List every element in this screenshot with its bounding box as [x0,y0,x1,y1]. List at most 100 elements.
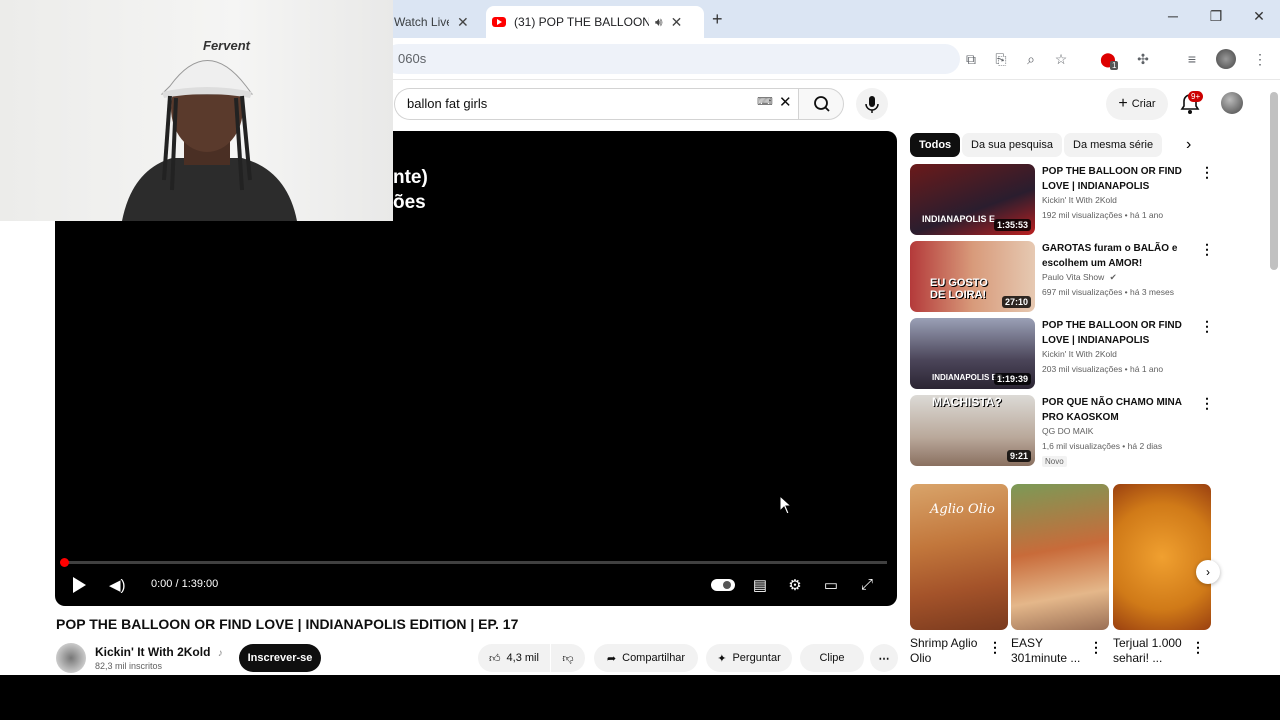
more-actions-icon[interactable]: ⋯ [870,644,898,672]
short-thumbnail[interactable] [1011,484,1109,630]
recommendation-title[interactable]: POP THE BALLOON OR FIND LOVE | INDIANAPO… [1042,318,1192,348]
like-button[interactable]: 👍︎ 4,3 mil [478,644,550,672]
dislike-button[interactable]: 👎︎ [551,644,585,672]
webcam-overlay: Fervent [0,0,393,221]
more-options-icon[interactable]: ⋮ [1200,318,1214,335]
more-options-icon[interactable]: ⋮ [1200,395,1214,412]
recommendation-meta: 192 mil visualizações • há 1 ano [1042,210,1164,220]
recommendation-title[interactable]: POP THE BALLOON OR FIND LOVE | INDIANAPO… [1042,164,1192,194]
chip-from-search[interactable]: Da sua pesquisa [962,133,1062,157]
channel-avatar[interactable] [56,643,86,673]
tab-search-icon[interactable]: ≡ [1182,49,1202,69]
extensions-icon[interactable]: ✣ [1133,49,1153,69]
channel-name[interactable]: Kickin' It With 2Kold ♪ [95,645,223,659]
new-tab-icon[interactable]: + [712,9,723,30]
translate-icon[interactable]: ⧉ [961,49,981,69]
settings-gear-icon[interactable]: ⚙ [784,576,806,594]
recommendation-channel[interactable]: QG DO MAIK [1042,426,1093,436]
shorts-next-icon[interactable]: › [1196,560,1220,584]
chip-all[interactable]: Todos [910,133,961,157]
short-thumbnail[interactable]: Aglio Olio [910,484,1008,630]
play-icon[interactable] [73,577,86,593]
video-thumbnail[interactable]: MACHISTA? 9:21 [910,395,1035,466]
recommendation-item[interactable]: INDIANAPOLIS E 1:35:53 POP THE BALLOON O… [910,164,1220,236]
plus-icon: + [1118,95,1128,112]
close-tab-icon[interactable]: ✕ [457,14,469,31]
subscriber-count: 82,3 mil inscritos [95,661,163,671]
ask-button[interactable]: ✦ Perguntar [706,644,792,672]
video-duration: 27:10 [1001,296,1031,308]
more-options-icon[interactable]: ⋮ [988,639,1002,656]
subscribe-button[interactable]: Inscrever-se [239,644,321,672]
extension-badge-count: 1 [1110,61,1119,70]
share-button[interactable]: ➦ Compartilhar [594,644,698,672]
minimize-icon[interactable]: ─ [1158,8,1188,24]
short-thumbnail[interactable] [1113,484,1211,630]
recommendation-title[interactable]: POR QUE NÃO CHAMO MINA PRO KAOSKOM [1042,395,1192,425]
profile-icon[interactable] [1216,49,1236,69]
more-options-icon[interactable]: ⋮ [1200,241,1214,258]
zoom-icon[interactable]: ⌕ [1021,49,1041,69]
chevron-right-icon[interactable]: › [1186,136,1191,154]
short-title[interactable]: Shrimp Aglio Olio [910,636,990,666]
create-label: Criar [1131,98,1156,110]
thumbnail-text: INDIANAPOLIS E [922,214,996,224]
chip-same-series[interactable]: Da mesma série [1064,133,1163,157]
video-thumbnail[interactable]: INDIANAPOLIS ED 1:19:39 [910,318,1035,389]
more-options-icon[interactable]: ⋮ [1200,164,1214,181]
install-icon[interactable]: ⎘ [991,49,1011,69]
notification-count-badge: 9+ [1188,91,1204,102]
recommendation-channel[interactable]: Kickin' It With 2Kold [1042,349,1117,359]
subtitles-icon[interactable]: ▤ [749,576,771,594]
short-item[interactable]: Aglio Olio Shrimp Aglio Olio ⋮ [910,484,1008,666]
recommendation-meta: 203 mil visualizações • há 1 ano [1042,364,1164,374]
search-input[interactable]: ballon fat girls ⌨ ✕ [394,88,798,120]
search-button[interactable] [798,88,844,120]
video-duration: 9:21 [1006,450,1031,462]
clip-label: Clipe [819,652,845,664]
short-item[interactable]: EASY 301minute ... ⋮ [1011,484,1109,666]
short-title[interactable]: EASY 301minute ... [1011,636,1091,666]
tab-watch-live[interactable]: Watch Live ✕ [394,6,486,38]
tab-label: (31) POP THE BALLOON OR FIND LOVE [514,15,649,29]
create-button[interactable]: + Criar [1106,88,1168,120]
search-value: ballon fat girls [407,96,488,111]
short-title[interactable]: Terjual 1.000 sehari! ... [1113,636,1193,666]
close-window-icon[interactable]: ✕ [1244,8,1274,25]
recommendation-item[interactable]: EU GOSTO DE LOIRA! 27:10 GAROTAS furam o… [910,241,1220,313]
thumbnail-text: EU GOSTO DE LOIRA! [930,277,988,301]
keyboard-icon[interactable]: ⌨ [757,95,773,108]
clear-search-icon[interactable]: ✕ [779,93,792,111]
share-label: Compartilhar [622,652,686,664]
more-options-icon[interactable]: ⋮ [1191,639,1205,656]
tab-youtube-active[interactable]: (31) POP THE BALLOON OR FIND LOVE 🔊︎ ✕ [486,6,704,38]
restore-icon[interactable]: ❐ [1201,8,1231,25]
video-thumbnail[interactable]: EU GOSTO DE LOIRA! 27:10 [910,241,1035,312]
clip-button[interactable]: Clipe [800,644,864,672]
more-options-icon[interactable]: ⋮ [1089,639,1103,656]
recommendation-title[interactable]: GAROTAS furam o BALÃO e escolhem um AMOR… [1042,241,1192,271]
close-tab-icon[interactable]: ✕ [671,14,683,31]
page-scrollbar[interactable] [1270,92,1278,270]
volume-icon[interactable]: ◀︎) [109,576,126,594]
voice-search-button[interactable] [856,88,888,120]
fullscreen-icon[interactable]: ⤢ [856,576,878,593]
recommendation-item[interactable]: MACHISTA? 9:21 POR QUE NÃO CHAMO MINA PR… [910,395,1220,467]
audio-playing-icon[interactable]: 🔊︎ [655,15,663,30]
like-count: 4,3 mil [506,652,539,664]
progress-scrubber[interactable] [60,558,69,567]
recommendation-channel[interactable]: Kickin' It With 2Kold [1042,195,1117,205]
video-thumbnail[interactable]: INDIANAPOLIS E 1:35:53 [910,164,1035,235]
recommendation-channel[interactable]: Paulo Vita Show ✔ [1042,272,1117,283]
ask-label: Perguntar [732,652,781,664]
progress-bar[interactable] [65,561,887,564]
video-duration: 1:35:53 [993,219,1031,231]
autoplay-toggle[interactable] [711,579,735,591]
user-avatar[interactable] [1221,92,1243,114]
bookmark-star-icon[interactable]: ☆ [1051,49,1071,69]
menu-icon[interactable]: ⋮ [1250,49,1270,69]
address-bar[interactable]: 060s [384,44,960,74]
theater-mode-icon[interactable]: ▭ [820,576,842,594]
recommendation-item[interactable]: INDIANAPOLIS ED 1:19:39 POP THE BALLOON … [910,318,1220,390]
video-duration: 1:19:39 [993,373,1031,385]
